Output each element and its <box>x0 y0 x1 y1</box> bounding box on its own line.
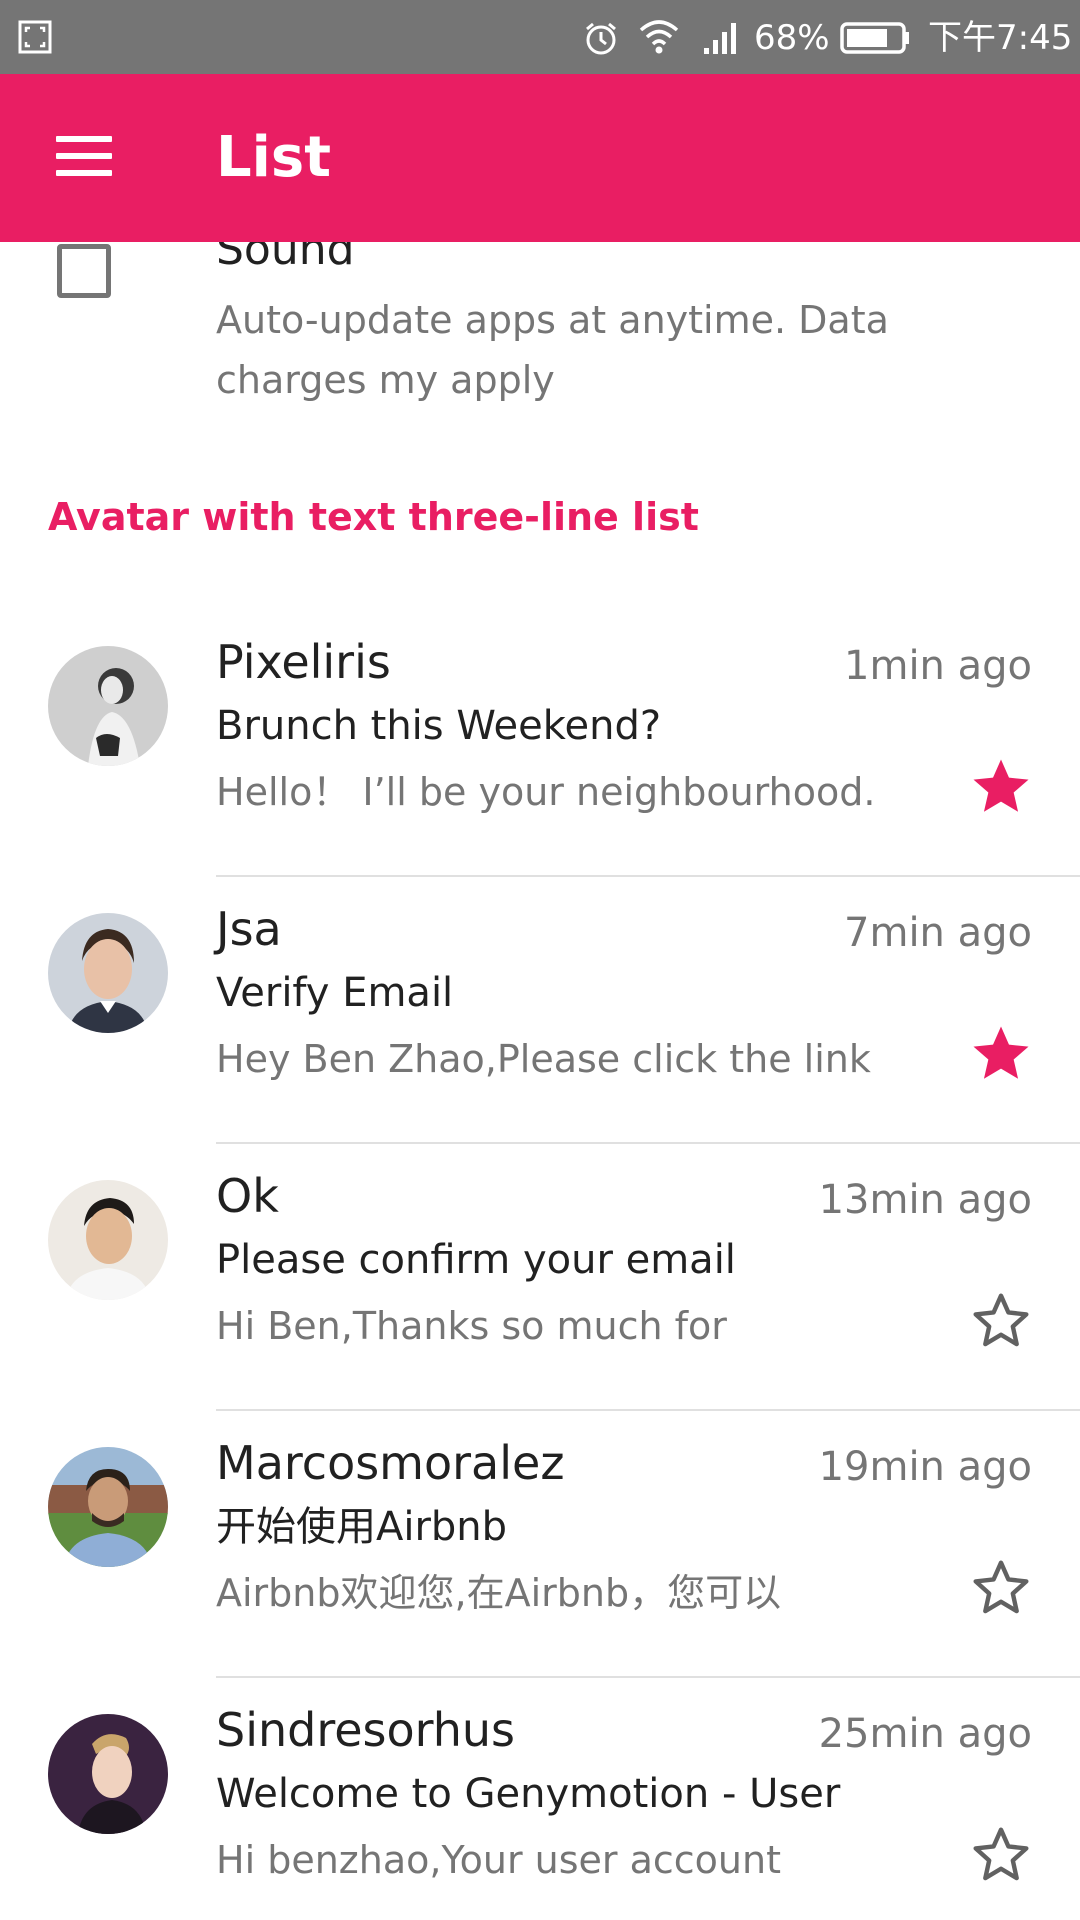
message-subject: Welcome to Genymotion - User <box>216 1771 841 1817</box>
message-subject: Verify Email <box>216 970 454 1016</box>
alarm-icon <box>586 22 616 55</box>
sender-name: Sindresorhus <box>216 1703 516 1757</box>
star-filled-icon[interactable] <box>968 754 1034 820</box>
message-preview: Hey Ben Zhao,Please click the link <box>216 1037 871 1081</box>
sender-name: Pixeliris <box>216 635 391 689</box>
sound-checkbox[interactable] <box>57 244 111 298</box>
page-title: List <box>216 125 331 190</box>
avatar <box>48 1714 168 1834</box>
list-item[interactable]: Pixeliris 1min ago Brunch this Weekend? … <box>0 610 1080 877</box>
sender-name: Ok <box>216 1169 279 1223</box>
sender-name: Jsa <box>216 902 282 956</box>
star-filled-icon[interactable] <box>968 1021 1034 1087</box>
list-item[interactable]: Sindresorhus 25min ago Welcome to Genymo… <box>0 1678 1080 1920</box>
clock: 下午7:45 <box>928 18 1073 58</box>
section-header: Avatar with text three-line list <box>48 495 699 539</box>
message-preview: Airbnb欢迎您,在Airbnb，您可以 <box>216 1571 782 1615</box>
message-subject: 开始使用Airbnb <box>216 1504 508 1550</box>
message-subject: Please confirm your email <box>216 1237 736 1283</box>
message-time: 1min ago <box>844 643 1032 689</box>
wifi-icon <box>639 20 679 54</box>
sound-subtitle: Auto-update apps at anytime. Data charge… <box>216 298 889 402</box>
message-subject: Brunch this Weekend? <box>216 703 662 749</box>
message-time: 13min ago <box>818 1177 1032 1223</box>
message-preview: Hello！ I’ll be your neighbourhood. <box>216 770 876 814</box>
sender-name: Marcosmoralez <box>216 1436 565 1490</box>
message-time: 7min ago <box>844 910 1032 956</box>
list-item[interactable]: Ok 13min ago Please confirm your email H… <box>0 1144 1080 1411</box>
menu-icon[interactable] <box>56 136 112 180</box>
message-preview: Hi benzhao,Your user account <box>216 1838 781 1882</box>
avatar <box>48 1180 168 1300</box>
avatar <box>48 1447 168 1567</box>
list-content[interactable]: Sound Auto-update apps at anytime. Data … <box>0 242 1080 1920</box>
status-bar: 68% 下午7:45 <box>0 0 1080 74</box>
message-preview: Hi Ben,Thanks so much for <box>216 1304 727 1348</box>
battery-percentage: 68% <box>754 18 830 58</box>
avatar <box>48 913 168 1033</box>
screenshot-icon <box>18 20 52 54</box>
star-outline-icon[interactable] <box>968 1555 1034 1621</box>
message-time: 25min ago <box>818 1711 1032 1757</box>
list-item[interactable]: Jsa 7min ago Verify Email Hey Ben Zhao,P… <box>0 877 1080 1144</box>
avatar <box>48 646 168 766</box>
star-outline-icon[interactable] <box>968 1288 1034 1354</box>
sound-setting-item[interactable]: Sound Auto-update apps at anytime. Data … <box>0 242 1080 402</box>
list-item[interactable]: Marcosmoralez 19min ago 开始使用Airbnb Airbn… <box>0 1411 1080 1678</box>
app-bar: List <box>0 74 1080 242</box>
signal-icon <box>704 23 736 54</box>
sound-title: Sound <box>216 242 355 275</box>
battery-icon <box>840 22 909 54</box>
star-outline-icon[interactable] <box>968 1822 1034 1888</box>
message-time: 19min ago <box>818 1444 1032 1490</box>
